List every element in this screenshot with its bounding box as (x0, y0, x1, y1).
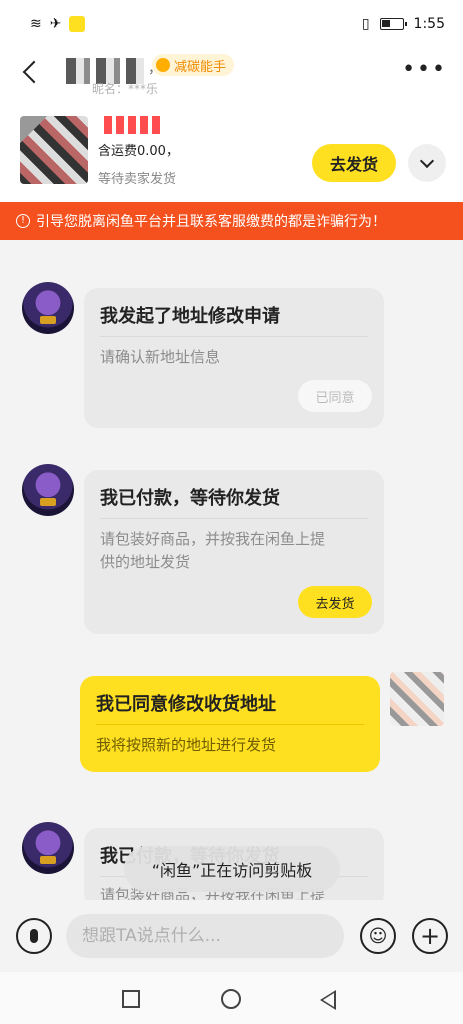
ship-button[interactable]: 去发货 (312, 144, 396, 182)
ship-button[interactable]: 去发货 (298, 586, 372, 618)
chevron-down-icon[interactable] (408, 144, 446, 182)
back-arrow-icon[interactable] (16, 56, 48, 88)
emoji-icon[interactable]: ☺ (360, 918, 396, 954)
home-icon[interactable] (221, 989, 241, 1009)
mic-glyph (30, 929, 38, 943)
eco-badge-label: 减碳能手 (174, 59, 227, 75)
battery-icon (379, 18, 407, 30)
leaf-icon (156, 58, 170, 72)
fraud-warning-banner: ! 引导您脱离闲鱼平台并且联系客服缴费的都是诈骗行为！ (0, 202, 463, 240)
status-icons-left: ≋ ✈ (30, 16, 86, 32)
recent-apps-icon[interactable] (122, 990, 140, 1008)
warning-text: 引导您脱离闲鱼平台并且联系客服缴费的都是诈骗行为！ (36, 214, 386, 230)
airplane-icon: ✈ (49, 16, 62, 32)
buyer-avatar[interactable] (22, 464, 74, 516)
chat-header: ， 减碳能手 昵名：***乐 ••• (0, 48, 463, 96)
price-blurred (104, 116, 164, 134)
more-icon[interactable]: ••• (402, 59, 447, 81)
app-notification-icon (69, 16, 86, 32)
clipboard-toast: “闲鱼”正在访问剪贴板 (124, 846, 340, 892)
warning-icon: ! (16, 214, 30, 228)
buyer-avatar[interactable] (22, 282, 74, 334)
status-time: 1:55 (413, 16, 445, 32)
agreed-button[interactable]: 已同意 (298, 380, 372, 412)
message-title: 我发起了地址修改申请 (100, 306, 280, 327)
message-divider (100, 518, 368, 519)
contact-subname: 昵名：***乐 (92, 82, 159, 96)
message-desc: 请确认新地址信息 (100, 348, 221, 366)
vibrate-icon: ▯ (361, 16, 370, 32)
message-card: 我已付款，等待你发货 请包装好商品，并按我在闲鱼上提 供的地址发货 去发货 (84, 470, 384, 634)
message-divider (96, 724, 364, 725)
system-nav-bar (0, 972, 463, 1024)
message-desc-line2: 供的地址发货 (100, 553, 191, 571)
microphone-icon[interactable] (16, 918, 52, 954)
message-input[interactable] (66, 914, 344, 958)
message-card-own: 我已同意修改收货地址 我将按照新的地址进行发货 (80, 676, 380, 772)
wifi-icon: ≋ (30, 16, 42, 32)
buyer-avatar[interactable] (22, 822, 74, 874)
message-desc-line1: 请包装好商品，并按我在闲鱼上提 (100, 530, 326, 548)
message-title: 我已同意修改收货地址 (96, 694, 276, 715)
input-bar: ☺ + (0, 900, 463, 972)
order-status: 等待卖家发货 (98, 172, 177, 187)
message-card: 我发起了地址修改申请 请确认新地址信息 已同意 (84, 288, 384, 428)
message-divider (100, 336, 368, 337)
my-avatar[interactable] (390, 672, 444, 726)
shipping-fee: 含运费0.00， (98, 144, 179, 159)
status-bar: ≋ ✈ ▯ 1:55 (0, 0, 463, 48)
plus-icon[interactable]: + (412, 918, 448, 954)
message-desc: 我将按照新的地址进行发货 (96, 736, 277, 754)
eco-badge[interactable]: 减碳能手 (152, 54, 235, 76)
order-card[interactable]: 含运费0.00， 等待卖家发货 去发货 (0, 96, 463, 202)
product-thumbnail[interactable] (20, 116, 88, 184)
message-title: 我已付款，等待你发货 (100, 488, 280, 509)
status-icons-right: ▯ 1:55 (362, 16, 445, 32)
nav-back-icon[interactable] (320, 990, 336, 1010)
